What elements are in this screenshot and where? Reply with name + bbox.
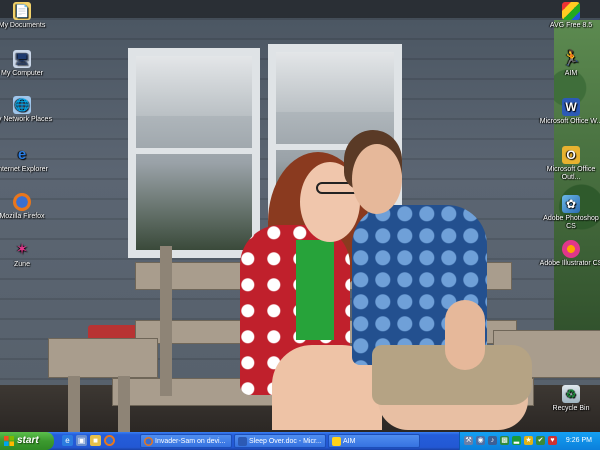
bench-leg (118, 376, 130, 432)
desktop-icon-mozilla-firefox[interactable]: Mozilla Firefox (0, 193, 54, 221)
desktop-icon-zune[interactable]: ✶ Zune (0, 241, 54, 269)
desktop-icon-my-network-places[interactable]: 🌐 My Network Places (0, 96, 54, 124)
bench-leg (160, 246, 172, 396)
aim-running-man-icon (332, 437, 341, 446)
side-bench-left (48, 338, 158, 378)
desktop-icon-internet-explorer[interactable]: e Internet Explorer (0, 146, 54, 174)
porch-eave (0, 0, 600, 18)
icon-label: Adobe Photoshop CS (543, 215, 599, 230)
icon-label: Mozilla Firefox (0, 213, 45, 220)
recycle-bin-icon: ♻ (562, 385, 580, 403)
icon-label: Internet Explorer (0, 166, 48, 173)
task-button-word[interactable]: Sleep Over.doc - Micr... (234, 434, 326, 448)
desktop-icon-recycle-bin[interactable]: ♻ Recycle Bin (539, 385, 600, 413)
icon-label: My Documents (0, 22, 46, 29)
clock[interactable]: 9:26 PM (566, 432, 592, 450)
icon-label: Adobe Illustrator CS (539, 260, 600, 267)
icon-label: AIM (564, 70, 578, 77)
network-places-icon: 🌐 (13, 96, 31, 114)
icon-label: My Computer (0, 70, 43, 77)
desktop-icon-illustrator[interactable]: Adobe Illustrator CS (539, 240, 600, 268)
windows-flag-icon (4, 436, 14, 446)
illustrator-icon (562, 240, 580, 258)
av-icon[interactable]: ★ (524, 436, 533, 445)
icon-label: My Network Places (0, 116, 52, 123)
firefox-icon[interactable] (104, 435, 115, 446)
icon-label: Microsoft Office Outl... (546, 166, 596, 181)
aim-running-man-icon: 🏃 (562, 50, 581, 67)
system-tray: ⚒ ◉ ♪ ▩ ▂ ★ ✔ ♥ 9:26 PM (459, 432, 600, 450)
taskbar: start e ▣ ■ Invader-Sam on devi... Sleep… (0, 432, 600, 450)
desktop-icon-my-documents[interactable]: 📄 My Documents (0, 2, 54, 30)
firefox-icon (13, 193, 31, 211)
desktop-wallpaper (0, 0, 600, 432)
man-arm (445, 300, 485, 370)
word-icon: W (562, 98, 580, 116)
task-label: Sleep Over.doc - Micr... (249, 438, 322, 445)
connection-icon[interactable]: ◉ (476, 436, 485, 445)
outlook-icon: O (562, 146, 580, 164)
bench-leg (68, 376, 80, 432)
icon-label: Zune (14, 261, 30, 268)
icon-label: Microsoft Office W... (539, 118, 600, 125)
porch-window-left (128, 48, 260, 258)
word-icon (238, 437, 247, 446)
internet-explorer-icon: e (17, 146, 27, 163)
desktop-icon-word[interactable]: W Microsoft Office W... (539, 98, 600, 126)
network-icon[interactable]: ▩ (500, 436, 509, 445)
desktop-icon-my-computer[interactable]: 🖥 My Computer (0, 50, 54, 78)
task-label: AIM (343, 438, 356, 445)
shield-icon[interactable]: ♥ (548, 436, 557, 445)
signal-icon[interactable]: ▂ (512, 436, 521, 445)
tool-icon[interactable]: ⚒ (464, 436, 473, 445)
avg-icon (562, 2, 580, 20)
desktop-icon-avg[interactable]: AVG Free 8.5 (539, 2, 600, 30)
photoshop-icon: ✿ (562, 195, 580, 213)
icon-label: Recycle Bin (552, 405, 590, 412)
task-label: Invader-Sam on devi... (155, 438, 226, 445)
desktop-icon-aim[interactable]: 🏃 AIM (539, 50, 600, 78)
show-desktop-icon[interactable]: ▣ (76, 435, 87, 446)
desktop-icon-photoshop[interactable]: ✿ Adobe Photoshop CS (539, 195, 600, 231)
ie-icon[interactable]: e (62, 435, 73, 446)
icon-label: AVG Free 8.5 (549, 22, 593, 29)
volume-icon[interactable]: ♪ (488, 436, 497, 445)
firefox-icon (144, 437, 153, 446)
computer-icon: 🖥 (13, 50, 31, 68)
desktop-icon-outlook[interactable]: O Microsoft Office Outl... (539, 146, 600, 182)
start-label: start (17, 435, 39, 446)
start-button[interactable]: start (0, 432, 54, 450)
woman-green-top (296, 240, 334, 340)
safe-remove-icon[interactable]: ✔ (536, 436, 545, 445)
zune-icon: ✶ (15, 241, 29, 258)
folder-documents-icon: 📄 (13, 2, 31, 20)
task-button-aim[interactable]: AIM (328, 434, 420, 448)
task-button-firefox[interactable]: Invader-Sam on devi... (140, 434, 232, 448)
man-face (352, 144, 402, 214)
folder-icon[interactable]: ■ (90, 435, 101, 446)
